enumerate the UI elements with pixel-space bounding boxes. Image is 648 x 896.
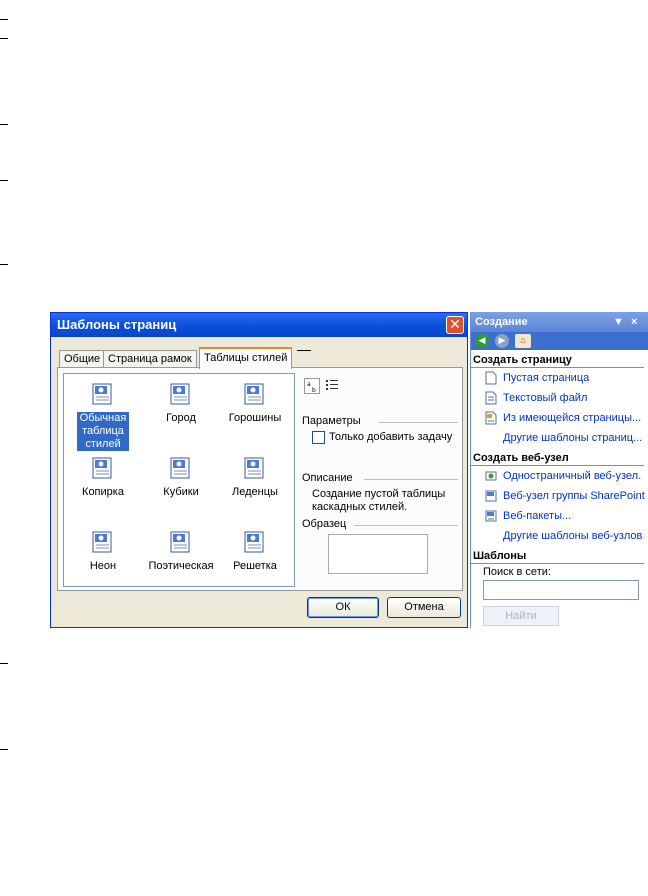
stylesheet-icon	[168, 456, 194, 482]
page-templates-dialog: Шаблоны страниц ✕ Общие Страница рамок Т…	[50, 312, 468, 628]
template-label: Решетка	[233, 560, 277, 572]
template-label: Кубики	[163, 486, 199, 498]
margin-mark	[0, 663, 8, 664]
more-page-templates-link[interactable]: Другие шаблоны страниц...	[471, 428, 648, 448]
template-item[interactable]: Решетка	[218, 530, 292, 573]
template-icon-view[interactable]: Обычная таблица стилей Город Горошины Ко…	[63, 373, 295, 587]
single-page-site-icon	[485, 471, 497, 481]
template-item[interactable]: Горошины	[218, 382, 292, 425]
tab-general[interactable]: Общие	[59, 350, 106, 368]
blank-page-link[interactable]: Пустая страница	[471, 368, 648, 388]
stylesheet-icon	[168, 530, 194, 556]
search-label: Поиск в сети:	[483, 566, 551, 578]
dropdown-icon[interactable]: ▼	[613, 312, 624, 332]
template-label: Город	[166, 412, 196, 424]
dialog-title: Шаблоны страниц	[51, 313, 467, 337]
link-label: Одностраничный веб-узел.	[503, 470, 642, 482]
link-label: Другие шаблоны страниц...	[503, 432, 643, 444]
sharepoint-site-link[interactable]: Веб-узел группы SharePoint	[471, 486, 648, 506]
link-label: Текстовый файл	[503, 392, 588, 404]
web-search-input[interactable]	[483, 580, 639, 600]
large-icons-icon: ab	[307, 381, 316, 394]
template-label: Обычная таблица стилей	[77, 412, 129, 451]
list-view-button[interactable]	[324, 378, 340, 394]
task-pane: Создание ▼ × ◀ ▶ ⌂ Создать страницу Пуст…	[470, 312, 648, 628]
stylesheet-icon	[90, 530, 116, 556]
large-icons-view-button[interactable]: ab	[304, 378, 320, 394]
divider	[378, 422, 458, 423]
template-item[interactable]: Неон	[66, 530, 140, 573]
existing-page-icon	[485, 411, 497, 425]
template-label: Горошины	[228, 412, 282, 424]
template-item[interactable]: Леденцы	[218, 456, 292, 499]
template-item[interactable]: Город	[144, 382, 218, 425]
list-view-icon	[326, 380, 338, 390]
forward-icon[interactable]: ▶	[495, 334, 509, 348]
task-pane-header: Создание ▼ ×	[471, 312, 648, 332]
description-label: Описание	[302, 472, 353, 484]
link-label: Другие шаблоны веб-узлов	[503, 530, 643, 542]
web-package-icon	[485, 510, 497, 522]
home-icon[interactable]: ⌂	[515, 334, 531, 348]
more-site-templates-link[interactable]: Другие шаблоны веб-узлов	[471, 526, 648, 546]
link-label: Пустая страница	[503, 372, 590, 384]
text-file-link[interactable]: Текстовый файл	[471, 388, 648, 408]
section-templates: Шаблоны	[471, 546, 644, 564]
existing-page-link[interactable]: Из имеющейся страницы...	[471, 408, 648, 428]
stylesheet-icon	[90, 382, 116, 408]
close-icon[interactable]: ✕	[446, 316, 464, 334]
section-create-site: Создать веб-узел	[471, 448, 644, 466]
margin-mark	[0, 749, 8, 750]
only-task-checkbox[interactable]	[312, 431, 325, 444]
find-button[interactable]: Найти	[483, 606, 559, 626]
back-icon[interactable]: ◀	[475, 334, 489, 348]
template-item[interactable]: Копирка	[66, 456, 140, 499]
template-label: Копирка	[82, 486, 124, 498]
template-label: Леденцы	[232, 486, 278, 498]
svg-text:a: a	[307, 381, 311, 388]
link-label: Из имеющейся страницы...	[503, 412, 642, 424]
stylesheet-icon	[242, 382, 268, 408]
template-item[interactable]: Поэтическая	[144, 530, 218, 573]
margin-mark	[0, 264, 8, 265]
divider	[354, 525, 458, 526]
sample-label: Образец	[302, 518, 347, 530]
only-task-label: Только добавить задачу	[329, 431, 453, 443]
svg-text:b: b	[312, 387, 316, 393]
link-label: Веб-узел группы SharePoint	[503, 490, 645, 502]
link-label: Веб-пакеты...	[503, 510, 572, 522]
callout-line	[297, 350, 311, 351]
margin-mark	[0, 38, 8, 39]
template-item[interactable]: Кубики	[144, 456, 218, 499]
cancel-button[interactable]: Отмена	[387, 597, 461, 618]
blank-page-icon	[485, 371, 497, 385]
tab-frames-page[interactable]: Страница рамок	[103, 350, 197, 368]
tab-style-sheets[interactable]: Таблицы стилей	[199, 347, 293, 369]
task-pane-title: Создание	[475, 316, 528, 328]
stylesheet-icon	[242, 456, 268, 482]
template-item[interactable]: Обычная таблица стилей	[66, 382, 140, 451]
margin-mark	[0, 19, 8, 20]
description-text: Создание пустой таблицы каскадных стилей…	[312, 488, 446, 513]
stylesheet-icon	[242, 530, 268, 556]
section-create-page: Создать страницу	[471, 350, 644, 368]
tab-panel: Обычная таблица стилей Город Горошины Ко…	[57, 367, 463, 591]
close-icon[interactable]: ×	[631, 312, 637, 332]
divider	[364, 479, 458, 480]
template-label: Поэтическая	[148, 560, 214, 572]
sharepoint-site-icon	[485, 490, 497, 502]
task-pane-nav: ◀ ▶ ⌂	[471, 332, 648, 350]
sample-preview	[328, 534, 428, 574]
stylesheet-icon	[90, 456, 116, 482]
template-label: Неон	[89, 560, 117, 572]
margin-mark	[0, 124, 8, 125]
single-page-site-link[interactable]: Одностраничный веб-узел.	[471, 466, 648, 486]
text-file-icon	[485, 391, 497, 405]
ok-button[interactable]: ОК	[307, 597, 379, 618]
web-packages-link[interactable]: Веб-пакеты...	[471, 506, 648, 526]
margin-mark	[0, 180, 8, 181]
stylesheet-icon	[168, 382, 194, 408]
params-label: Параметры	[302, 415, 361, 427]
